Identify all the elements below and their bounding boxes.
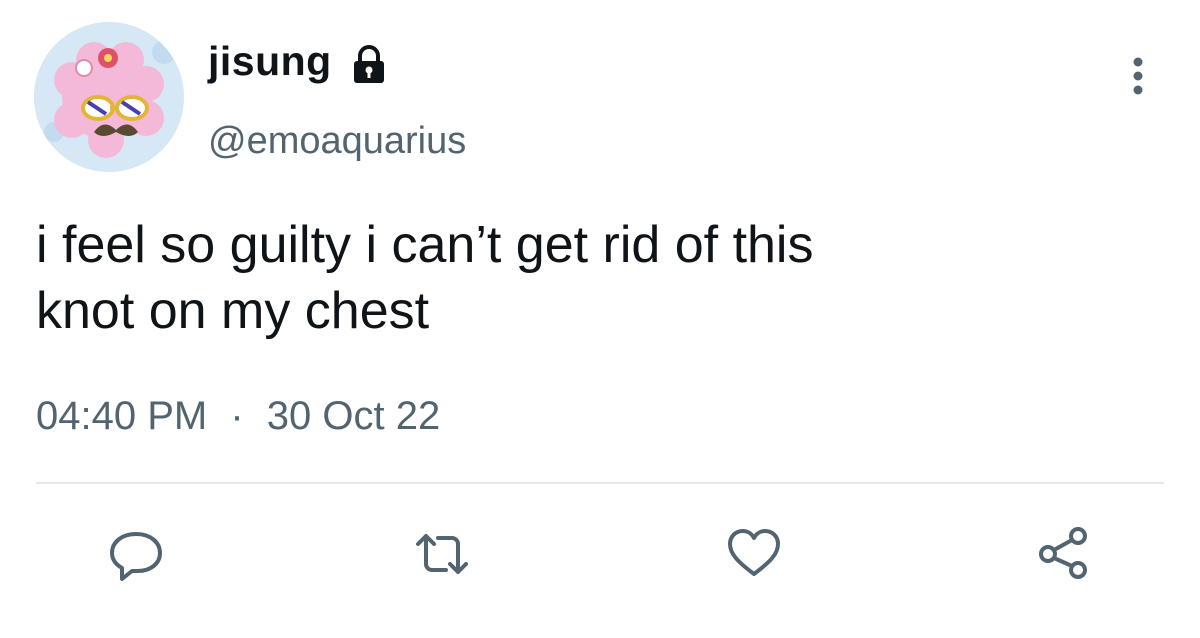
heart-icon [728, 529, 780, 576]
avatar[interactable] [34, 22, 184, 172]
reply-icon [110, 532, 162, 581]
tweet-text: i feel so guilty i can’t get rid of this… [36, 216, 814, 340]
divider [36, 482, 1164, 484]
tweet-time[interactable]: 04:40 PM [36, 394, 207, 438]
tweet-meta: 04:40 PM · 30 Oct 22 [36, 394, 440, 439]
tweet-card: jisung @emoaquarius i feel so guilty i c… [0, 0, 1200, 638]
like-button[interactable] [724, 524, 784, 584]
reply-button[interactable] [106, 524, 166, 584]
more-vertical-icon[interactable] [1126, 56, 1150, 96]
share-button[interactable] [1034, 524, 1094, 584]
share-icon [1039, 527, 1087, 579]
avatar-image [34, 22, 184, 172]
tweet-date[interactable]: 30 Oct 22 [267, 394, 440, 438]
user-handle[interactable]: @emoaquarius [208, 120, 466, 163]
retweet-button[interactable] [412, 524, 472, 584]
retweet-icon [416, 534, 468, 574]
meta-separator: · [230, 394, 244, 438]
lock-icon [350, 44, 388, 84]
display-name-row: jisung [208, 38, 388, 85]
display-name[interactable]: jisung [208, 38, 332, 85]
